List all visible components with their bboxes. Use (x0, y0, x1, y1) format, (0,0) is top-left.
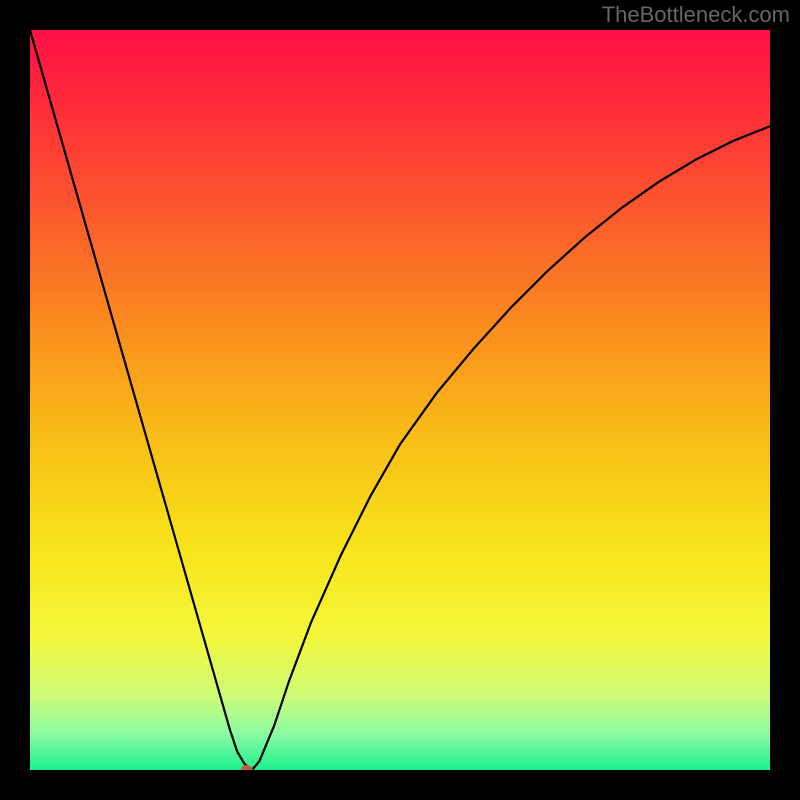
watermark-text: TheBottleneck.com (602, 2, 790, 28)
plot-area (30, 30, 770, 770)
chart-container: TheBottleneck.com (0, 0, 800, 800)
gradient-background (30, 30, 770, 770)
chart-svg (30, 30, 770, 770)
